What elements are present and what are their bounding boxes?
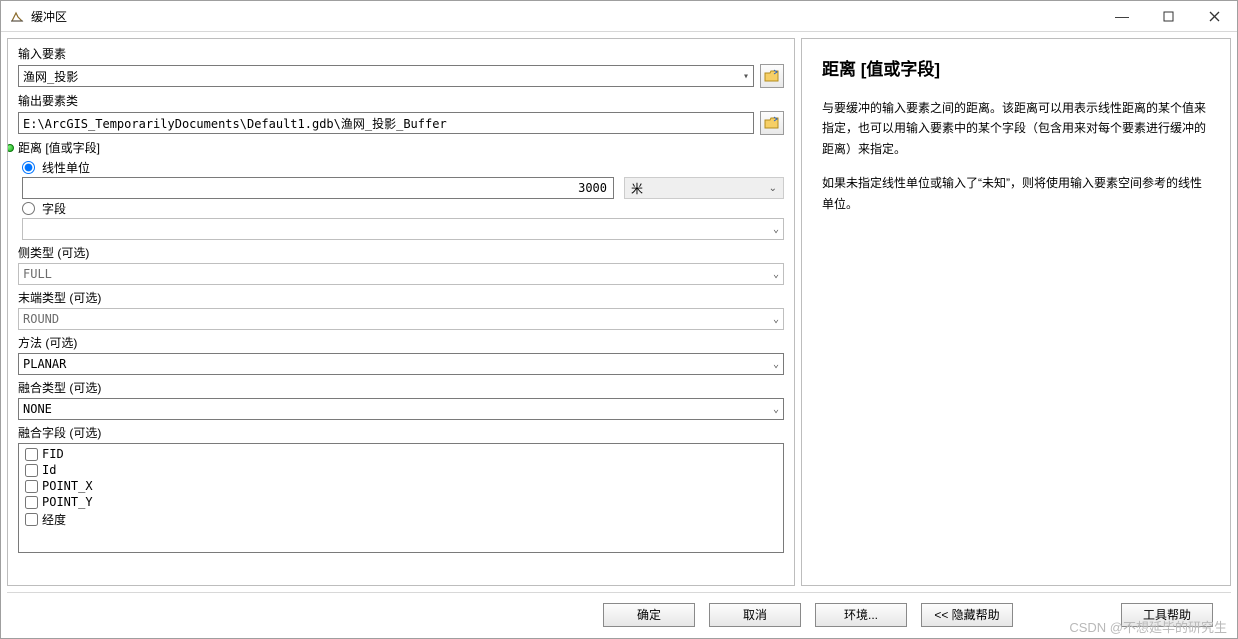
client-area: 输入要素 渔网_投影 ▾ xyxy=(1,31,1237,586)
list-item[interactable]: Id xyxy=(23,462,779,478)
distance-value-input[interactable] xyxy=(22,177,614,199)
app-icon xyxy=(9,8,25,24)
close-button[interactable] xyxy=(1191,1,1237,31)
parameters-pane: 输入要素 渔网_投影 ▾ xyxy=(7,38,795,586)
field-side-type: 侧类型 (可选) FULL ⌄ xyxy=(18,242,784,285)
tool-help-button[interactable]: 工具帮助 xyxy=(1121,603,1213,627)
buffer-tool-window: 缓冲区 ― 输入要素 渔网_投影 ▾ xyxy=(0,0,1238,639)
label-input-features: 输入要素 xyxy=(18,43,784,64)
side-type-combo[interactable]: FULL ⌄ xyxy=(18,263,784,285)
end-type-value: ROUND xyxy=(23,312,59,326)
chevron-down-icon: ⌄ xyxy=(773,269,779,280)
field-method: 方法 (可选) PLANAR ⌄ xyxy=(18,332,784,375)
label-method: 方法 (可选) xyxy=(18,332,784,353)
side-type-value: FULL xyxy=(23,267,52,281)
checkbox[interactable] xyxy=(25,513,38,526)
footer-buttons: 确定 取消 环境... << 隐藏帮助 工具帮助 xyxy=(7,592,1231,636)
parameters-scroll[interactable]: 输入要素 渔网_投影 ▾ xyxy=(8,39,794,585)
radio-field-label: 字段 xyxy=(42,200,66,217)
radio-linear[interactable] xyxy=(22,161,35,174)
maximize-button[interactable] xyxy=(1145,1,1191,31)
dissolve-type-value: NONE xyxy=(23,402,52,416)
help-pane: 距离 [值或字段] 与要缓冲的输入要素之间的距离。该距离可以用表示线性距离的某个… xyxy=(801,38,1231,586)
dissolve-type-combo[interactable]: NONE ⌄ xyxy=(18,398,784,420)
label-dissolve-type: 融合类型 (可选) xyxy=(18,377,784,398)
window-controls: ― xyxy=(1099,1,1237,31)
list-item[interactable]: POINT_Y xyxy=(23,494,779,510)
field-dissolve-type: 融合类型 (可选) NONE ⌄ xyxy=(18,377,784,420)
browse-input-button[interactable] xyxy=(760,64,784,88)
required-bullet-icon xyxy=(8,144,14,152)
hide-help-button[interactable]: << 隐藏帮助 xyxy=(921,603,1013,627)
list-item[interactable]: POINT_X xyxy=(23,478,779,494)
dissolve-fields-list[interactable]: FID Id POINT_X POINT_Y 经度 xyxy=(18,443,784,553)
field-distance: 距离 [值或字段] 线性单位 米 ⌄ xyxy=(18,137,784,240)
checkbox[interactable] xyxy=(25,496,38,509)
field-output-fc: 输出要素类 xyxy=(18,90,784,135)
chevron-down-icon: ⌄ xyxy=(773,359,779,370)
chevron-down-icon: ▾ xyxy=(743,71,749,82)
browse-output-button[interactable] xyxy=(760,111,784,135)
radio-linear-row[interactable]: 线性单位 xyxy=(22,158,784,177)
chevron-down-icon: ⌄ xyxy=(773,404,779,415)
label-side-type: 侧类型 (可选) xyxy=(18,242,784,263)
list-item[interactable]: FID xyxy=(23,446,779,462)
chevron-down-icon: ⌄ xyxy=(769,183,777,194)
method-value: PLANAR xyxy=(23,357,66,371)
checkbox[interactable] xyxy=(25,448,38,461)
label-end-type: 末端类型 (可选) xyxy=(18,287,784,308)
field-end-type: 末端类型 (可选) ROUND ⌄ xyxy=(18,287,784,330)
help-paragraph: 如果未指定线性单位或输入了“未知”，则将使用输入要素空间参考的线性单位。 xyxy=(822,173,1210,214)
list-item[interactable]: 经度 xyxy=(23,510,779,529)
ok-button[interactable]: 确定 xyxy=(603,603,695,627)
label-distance: 距离 [值或字段] xyxy=(8,137,100,158)
field-input-features: 输入要素 渔网_投影 ▾ xyxy=(18,43,784,88)
distance-field-combo[interactable]: ⌄ xyxy=(22,218,784,240)
radio-field-row[interactable]: 字段 xyxy=(22,199,784,218)
help-title: 距离 [值或字段] xyxy=(822,55,1210,80)
chevron-down-icon: ⌄ xyxy=(773,314,779,325)
output-fc-input[interactable] xyxy=(18,112,754,134)
distance-unit-value: 米 xyxy=(631,180,643,197)
method-combo[interactable]: PLANAR ⌄ xyxy=(18,353,784,375)
chevron-down-icon: ⌄ xyxy=(773,224,779,235)
radio-field[interactable] xyxy=(22,202,35,215)
minimize-button[interactable]: ― xyxy=(1099,1,1145,31)
input-features-combo[interactable]: 渔网_投影 ▾ xyxy=(18,65,754,87)
window-title: 缓冲区 xyxy=(31,8,67,25)
environments-button[interactable]: 环境... xyxy=(815,603,907,627)
radio-linear-label: 线性单位 xyxy=(42,159,90,176)
label-dissolve-fields: 融合字段 (可选) xyxy=(18,422,784,443)
checkbox[interactable] xyxy=(25,464,38,477)
label-output-fc: 输出要素类 xyxy=(18,90,784,111)
checkbox[interactable] xyxy=(25,480,38,493)
field-dissolve-fields: 融合字段 (可选) FID Id POINT_X POINT_Y 经度 xyxy=(18,422,784,553)
titlebar[interactable]: 缓冲区 ― xyxy=(1,1,1237,31)
end-type-combo[interactable]: ROUND ⌄ xyxy=(18,308,784,330)
distance-unit-combo[interactable]: 米 ⌄ xyxy=(624,177,784,199)
cancel-button[interactable]: 取消 xyxy=(709,603,801,627)
help-paragraph: 与要缓冲的输入要素之间的距离。该距离可以用表示线性距离的某个值来指定，也可以用输… xyxy=(822,98,1210,159)
input-features-value: 渔网_投影 xyxy=(23,68,78,85)
